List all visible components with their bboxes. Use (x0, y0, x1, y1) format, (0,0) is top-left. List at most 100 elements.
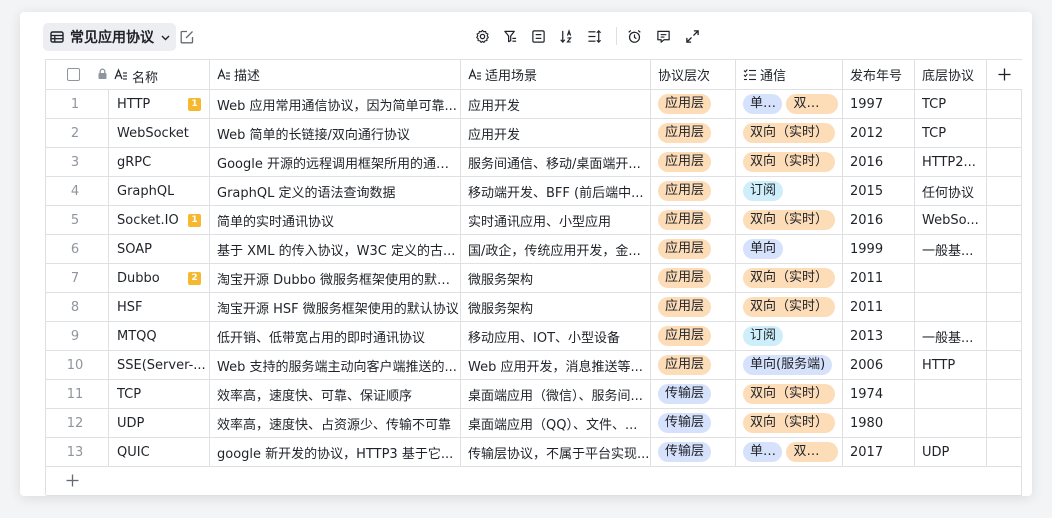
year-cell[interactable]: 1980 (843, 409, 915, 437)
table-row[interactable]: 6 SOAP 基于 XML 的传入协议，W3C 定义的古... 国/政企，传统应用开发… (46, 235, 1022, 264)
table-row[interactable]: 2 WebSocket Web 简单的长链接/双向通行协议 应用开发 应用层 双向（实时）… (46, 119, 1022, 148)
comm-cell[interactable]: 双向（实时） (736, 409, 843, 437)
year-cell[interactable]: 1997 (843, 90, 915, 118)
proto-cell[interactable]: WebSo... (915, 206, 987, 234)
year-cell[interactable]: 2011 (843, 264, 915, 292)
proto-cell[interactable]: 任何协议 (915, 177, 987, 205)
header-proto-cell[interactable]: 底层协议 (915, 60, 987, 89)
scene-cell[interactable]: 桌面端应用（QQ）、文件、... (461, 409, 651, 437)
proto-cell[interactable] (915, 409, 987, 437)
name-cell[interactable]: TCP (109, 380, 210, 408)
proto-cell[interactable]: HTTP (915, 351, 987, 379)
table-row[interactable]: 3 gRPC Google 开源的远程调用框架所用的通信... 服务间通信、移动/桌面… (46, 148, 1022, 177)
comm-cell[interactable]: 双向（实时） (736, 264, 843, 292)
desc-cell[interactable]: 效率高，速度快、可靠、保证顺序 (210, 380, 461, 408)
name-cell[interactable]: UDP (109, 409, 210, 437)
layer-cell[interactable]: 应用层 (651, 177, 736, 205)
desc-cell[interactable]: 淘宝开源 HSF 微服务框架使用的默认协议 (210, 293, 461, 321)
layer-cell[interactable]: 应用层 (651, 235, 736, 263)
table-row[interactable]: 10 SSE(Server-... Web 支持的服务端主动向客户端推送的... We… (46, 351, 1022, 380)
scene-cell[interactable]: 国/政企，传统应用开发，金... (461, 235, 651, 263)
add-record-button[interactable] (46, 466, 1022, 496)
scene-cell[interactable]: 服务间通信、移动/桌面端开... (461, 148, 651, 176)
name-cell[interactable]: gRPC (109, 148, 210, 176)
scene-cell[interactable]: 桌面端应用（微信）、服务间... (461, 380, 651, 408)
year-cell[interactable]: 2015 (843, 177, 915, 205)
proto-cell[interactable]: TCP (915, 119, 987, 147)
name-cell[interactable]: Dubbo 2 (109, 264, 210, 292)
comm-cell[interactable]: 单向(服务端) (736, 351, 843, 379)
layer-cell[interactable]: 应用层 (651, 148, 736, 176)
header-layer-cell[interactable]: 协议层次 (651, 60, 736, 89)
table-row[interactable]: 9 MTQQ 低开销、低带宽占用的即时通讯协议 移动应用、IOT、小型设备 应用层 订阅 2… (46, 322, 1022, 351)
row-number-cell[interactable]: 6 (46, 235, 109, 263)
header-desc-cell[interactable]: 描述 (210, 60, 461, 89)
scene-cell[interactable]: 应用开发 (461, 90, 651, 118)
row-number-cell[interactable]: 11 (46, 380, 109, 408)
layer-cell[interactable]: 应用层 (651, 293, 736, 321)
scene-cell[interactable]: 微服务架构 (461, 293, 651, 321)
year-cell[interactable]: 2011 (843, 293, 915, 321)
scene-cell[interactable]: Web 应用开发，消息推送等... (461, 351, 651, 379)
row-number-cell[interactable]: 1 (46, 90, 109, 118)
alarm-clock-icon[interactable] (626, 28, 642, 44)
row-number-cell[interactable]: 13 (46, 438, 109, 466)
comment-count-badge[interactable]: 1 (188, 214, 201, 227)
header-scene-cell[interactable]: 适用场景 (461, 60, 651, 89)
select-all-checkbox[interactable] (67, 68, 80, 81)
comm-cell[interactable]: 双向（实时） (736, 148, 843, 176)
comm-cell[interactable]: 单向 双向... (736, 90, 843, 118)
table-row[interactable]: 5 Socket.IO 1 简单的实时通讯协议 实时通讯应用、小型应用 应用层 双向（实时）… (46, 206, 1022, 235)
table-row[interactable]: 4 GraphQL GraphQL 定义的语法查询数据 移动端开发、BFF (前后端中… (46, 177, 1022, 206)
scene-cell[interactable]: 应用开发 (461, 119, 651, 147)
row-number-cell[interactable]: 5 (46, 206, 109, 234)
desc-cell[interactable]: 简单的实时通讯协议 (210, 206, 461, 234)
year-cell[interactable]: 1974 (843, 380, 915, 408)
comm-cell[interactable]: 双向（实时） (736, 206, 843, 234)
table-row[interactable]: 1 HTTP 1 Web 应用常用通信协议，因为简单可靠... 应用开发 应用层 单向 双向.… (46, 90, 1022, 119)
name-cell[interactable]: HTTP 1 (109, 90, 210, 118)
year-cell[interactable]: 2013 (843, 322, 915, 350)
row-number-cell[interactable]: 8 (46, 293, 109, 321)
row-number-cell[interactable]: 2 (46, 119, 109, 147)
view-switcher-button[interactable]: 常见应用协议 (43, 23, 176, 51)
layer-cell[interactable]: 应用层 (651, 90, 736, 118)
comm-cell[interactable]: 单向 (736, 235, 843, 263)
proto-cell[interactable]: HTTP2... (915, 148, 987, 176)
scene-cell[interactable]: 实时通讯应用、小型应用 (461, 206, 651, 234)
table-row[interactable]: 11 TCP 效率高，速度快、可靠、保证顺序 桌面端应用（微信）、服务间... 传输层 双… (46, 380, 1022, 409)
proto-cell[interactable]: 一般基... (915, 235, 987, 263)
layer-cell[interactable]: 传输层 (651, 409, 736, 437)
name-cell[interactable]: SOAP (109, 235, 210, 263)
header-comm-cell[interactable]: 通信 (736, 60, 843, 89)
sort-icon[interactable] (558, 28, 574, 44)
comment-count-badge[interactable]: 1 (188, 98, 201, 111)
year-cell[interactable]: 1999 (843, 235, 915, 263)
name-cell[interactable]: WebSocket (109, 119, 210, 147)
comment-icon[interactable] (655, 28, 671, 44)
comm-cell[interactable]: 订阅 (736, 177, 843, 205)
proto-cell[interactable] (915, 293, 987, 321)
desc-cell[interactable]: Web 应用常用通信协议，因为简单可靠... (210, 90, 461, 118)
desc-cell[interactable]: 低开销、低带宽占用的即时通讯协议 (210, 322, 461, 350)
layer-cell[interactable]: 应用层 (651, 322, 736, 350)
settings-gear-icon[interactable] (474, 28, 490, 44)
row-number-cell[interactable]: 3 (46, 148, 109, 176)
proto-cell[interactable] (915, 264, 987, 292)
group-icon[interactable] (530, 28, 546, 44)
proto-cell[interactable]: UDP (915, 438, 987, 466)
desc-cell[interactable]: 淘宝开源 Dubbo 微服务框架使用的默认... (210, 264, 461, 292)
year-cell[interactable]: 2006 (843, 351, 915, 379)
layer-cell[interactable]: 应用层 (651, 351, 736, 379)
row-number-cell[interactable]: 7 (46, 264, 109, 292)
name-cell[interactable]: HSF (109, 293, 210, 321)
header-name-cell[interactable]: 名称 (46, 60, 210, 89)
layer-cell[interactable]: 应用层 (651, 119, 736, 147)
scene-cell[interactable]: 移动应用、IOT、小型设备 (461, 322, 651, 350)
name-cell[interactable]: MTQQ (109, 322, 210, 350)
year-cell[interactable]: 2017 (843, 438, 915, 466)
comm-cell[interactable]: 单向 双向... (736, 438, 843, 466)
layer-cell[interactable]: 传输层 (651, 438, 736, 466)
name-cell[interactable]: SSE(Server-... (109, 351, 210, 379)
year-cell[interactable]: 2016 (843, 148, 915, 176)
